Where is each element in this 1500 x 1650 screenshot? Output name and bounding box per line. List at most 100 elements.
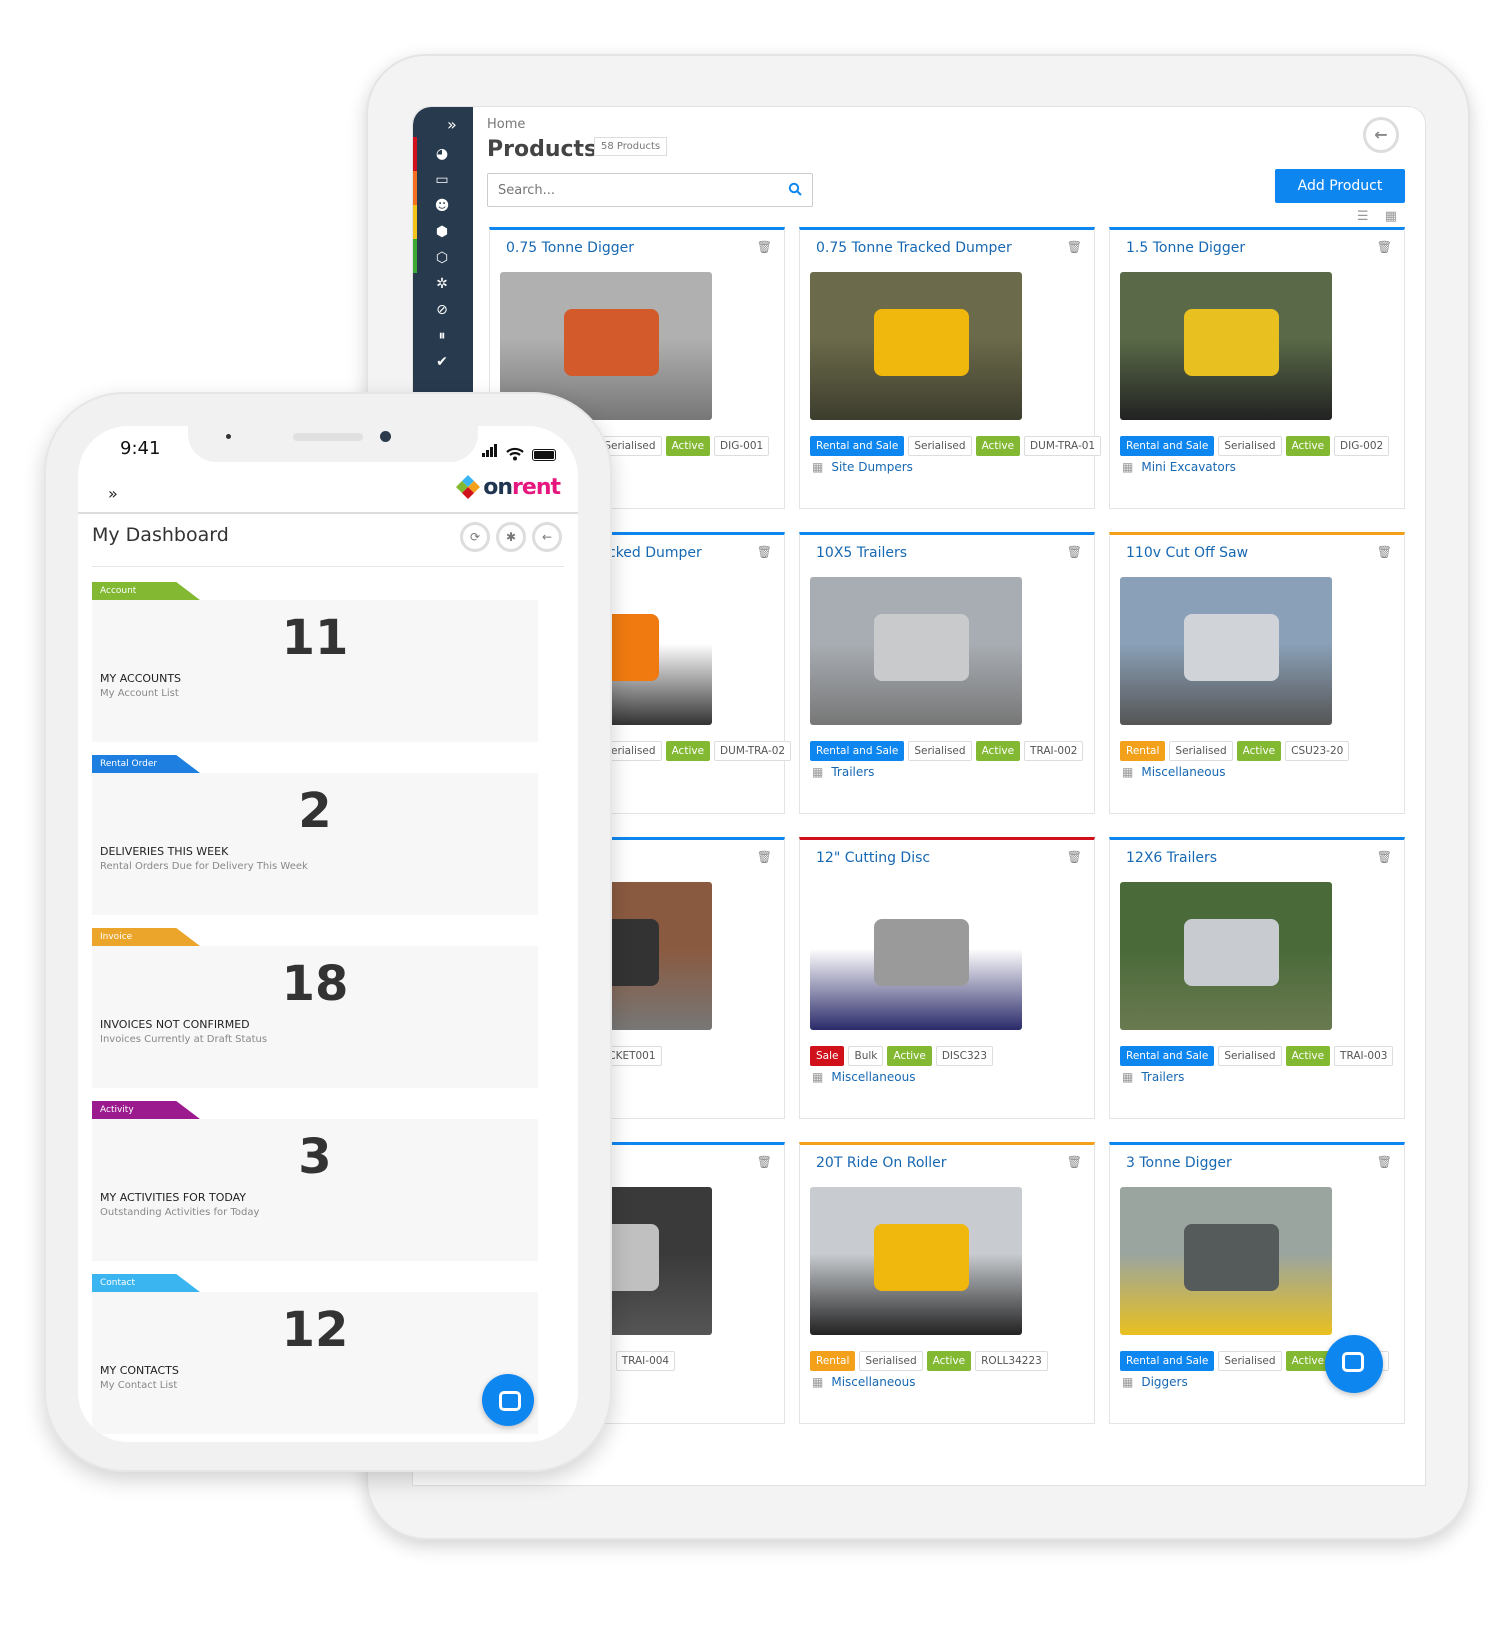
menu-expand-button[interactable]: » — [108, 484, 118, 503]
product-title[interactable]: 12" Cutting Disc — [816, 850, 930, 866]
book-icon[interactable]: ▭ — [431, 169, 453, 191]
dashboard-widget[interactable]: Invoice 18 INVOICES NOT CONFIRMED Invoic… — [92, 928, 538, 1090]
pause-icon[interactable]: ⏸ — [431, 325, 453, 347]
product-title[interactable]: 1.5 Tonne Digger — [1126, 240, 1245, 256]
trash-icon[interactable]: 🗑 — [1377, 850, 1392, 864]
dashboard-title: My Dashboard — [92, 524, 229, 546]
product-card[interactable]: 10X5 Trailers 🗑 Rental and Sale Serialise… — [799, 532, 1095, 814]
trash-icon[interactable]: 🗑 — [1377, 240, 1392, 254]
status-badge: Rental and Sale — [1120, 1046, 1215, 1066]
product-image — [1120, 272, 1332, 420]
trash-icon[interactable]: 🗑 — [1067, 1155, 1082, 1169]
status-badge: Serialised — [859, 1351, 923, 1371]
refresh-icon[interactable]: ⟳ — [460, 522, 490, 552]
category-link[interactable]: ▦ Mini Excavators — [1122, 460, 1236, 474]
category-label: Trailers — [1141, 1070, 1185, 1084]
widget-subtitle: Outstanding Activities for Today — [100, 1207, 260, 1218]
status-badge: Serialised — [1218, 436, 1282, 456]
products-icon[interactable]: ⬢ — [431, 221, 453, 243]
search-icon[interactable] — [788, 182, 802, 196]
category-link[interactable]: ▦ Diggers — [1122, 1375, 1188, 1389]
product-title[interactable]: 110v Cut Off Saw — [1126, 545, 1248, 561]
trash-icon[interactable]: 🗑 — [757, 1155, 772, 1169]
category-link[interactable]: ▦ Trailers — [812, 765, 874, 779]
category-link[interactable]: ▦ Miscellaneous — [1122, 765, 1225, 779]
widget-tag: Activity — [92, 1101, 200, 1119]
view-toggle-icons[interactable]: ☰ ▦ — [1357, 209, 1403, 224]
product-card[interactable]: 12X6 Trailers 🗑 Rental and Sale Serialise… — [1109, 837, 1405, 1119]
gear-icon[interactable]: ✱ — [496, 522, 526, 552]
status-badge: Active — [887, 1046, 932, 1066]
widget-subtitle: Rental Orders Due for Delivery This Week — [100, 861, 308, 872]
chat-button[interactable] — [1325, 1335, 1383, 1393]
trash-icon[interactable]: 🗑 — [757, 545, 772, 559]
dashboard-widget[interactable]: Activity 3 MY ACTIVITIES FOR TODAY Outst… — [92, 1101, 538, 1263]
phone-chat-button[interactable] — [482, 1374, 534, 1426]
trash-icon[interactable]: 🗑 — [1377, 1155, 1392, 1169]
trash-icon[interactable]: 🗑 — [757, 850, 772, 864]
category-label: Site Dumpers — [831, 460, 913, 474]
product-image — [810, 577, 1022, 725]
category-label: Diggers — [1141, 1375, 1188, 1389]
product-title[interactable]: 10X5 Trailers — [816, 545, 907, 561]
add-product-button[interactable]: Add Product — [1275, 169, 1405, 203]
dashboard-widget[interactable]: Rental Order 2 DELIVERIES THIS WEEK Rent… — [92, 755, 538, 917]
trash-icon[interactable]: 🗑 — [1067, 240, 1082, 254]
product-title[interactable]: 0.75 Tonne Tracked Dumper — [816, 240, 1012, 256]
status-badge: Rental — [1120, 741, 1166, 761]
users-icon[interactable]: ☻ — [431, 195, 453, 217]
category-label: Miscellaneous — [831, 1070, 916, 1084]
category-link[interactable]: ▦ Miscellaneous — [812, 1375, 915, 1389]
badge-row: Rental and Sale Serialised Active TRAI-003 — [1120, 1046, 1394, 1066]
back-button[interactable]: ← — [1363, 117, 1399, 153]
product-title[interactable]: 20T Ride On Roller — [816, 1155, 947, 1171]
dashboard-widget[interactable]: Contact 12 MY CONTACTS My Contact List — [92, 1274, 538, 1436]
product-card[interactable]: 0.75 Tonne Tracked Dumper 🗑 Rental and S… — [799, 227, 1102, 509]
sidebar-expand-button[interactable]: » — [447, 115, 457, 134]
product-image — [810, 272, 1022, 420]
camera-icon — [380, 431, 391, 442]
signal-icon — [482, 442, 498, 461]
status-badge: Active — [1285, 436, 1331, 456]
check-icon[interactable]: ✔ — [431, 351, 453, 373]
widget-body: 12 MY CONTACTS My Contact List — [92, 1292, 538, 1434]
grid-icon: ▦ — [812, 1375, 824, 1389]
search-input[interactable] — [488, 174, 778, 206]
category-link[interactable]: ▦ Site Dumpers — [812, 460, 913, 474]
product-card[interactable]: 12" Cutting Disc 🗑 Sale Bulk Active DISC323… — [799, 837, 1095, 1119]
product-card[interactable]: 20T Ride On Roller 🗑 Rental Serialised Act… — [799, 1142, 1095, 1424]
product-title[interactable]: 3 Tonne Digger — [1126, 1155, 1232, 1171]
product-title[interactable]: 12X6 Trailers — [1126, 850, 1217, 866]
status-badge: Active — [665, 436, 711, 456]
product-card[interactable]: 1.5 Tonne Digger 🗑 Rental and Sale Serial… — [1109, 227, 1405, 509]
status-badge: Serialised — [908, 436, 972, 456]
category-link[interactable]: ▦ Miscellaneous — [812, 1070, 915, 1084]
badge-row: Sale Bulk Active DISC323 — [810, 1046, 994, 1066]
dashboard-icon[interactable]: ◕ — [431, 143, 453, 165]
trash-icon[interactable]: 🗑 — [1067, 545, 1082, 559]
product-card[interactable]: 110v Cut Off Saw 🗑 Rental Serialised Activ… — [1109, 532, 1405, 814]
category-link[interactable]: ▦ Trailers — [1122, 1070, 1184, 1084]
trash-icon[interactable]: 🗑 — [757, 240, 772, 254]
widget-tag: Contact — [92, 1274, 200, 1292]
badge-row: Rental and Sale Serialised Active TRAI-002 — [810, 741, 1084, 761]
dashboard-widget[interactable]: Account 11 MY ACCOUNTS My Account List — [92, 582, 538, 744]
sidebar: » ◕ ▭ ☻ ⬢ ⬡ ✲ ⊘ ⏸ ✔ — [413, 107, 473, 407]
status-badge: Active — [1285, 1046, 1331, 1066]
widget-body: 3 MY ACTIVITIES FOR TODAY Outstanding Ac… — [92, 1119, 538, 1261]
status-badge: Rental and Sale — [1120, 1351, 1215, 1371]
back-arrow-icon[interactable]: ← — [532, 522, 562, 552]
product-title[interactable]: 0.75 Tonne Digger — [506, 240, 634, 256]
product-image — [1120, 1187, 1332, 1335]
ban-icon[interactable]: ⊘ — [431, 299, 453, 321]
status-badge: Rental — [810, 1351, 856, 1371]
logo-mark-icon — [456, 475, 481, 499]
trash-icon[interactable]: 🗑 — [1067, 850, 1082, 864]
cubes-icon[interactable]: ⬡ — [431, 247, 453, 269]
widget-title: DELIVERIES THIS WEEK — [100, 845, 229, 858]
cogs-icon[interactable]: ✲ — [431, 273, 453, 295]
trash-icon[interactable]: 🗑 — [1377, 545, 1392, 559]
breadcrumb[interactable]: Home — [487, 117, 525, 132]
widget-value: 12 — [281, 1302, 349, 1358]
status-badge: DUM-TRA-01 — [1024, 436, 1102, 456]
